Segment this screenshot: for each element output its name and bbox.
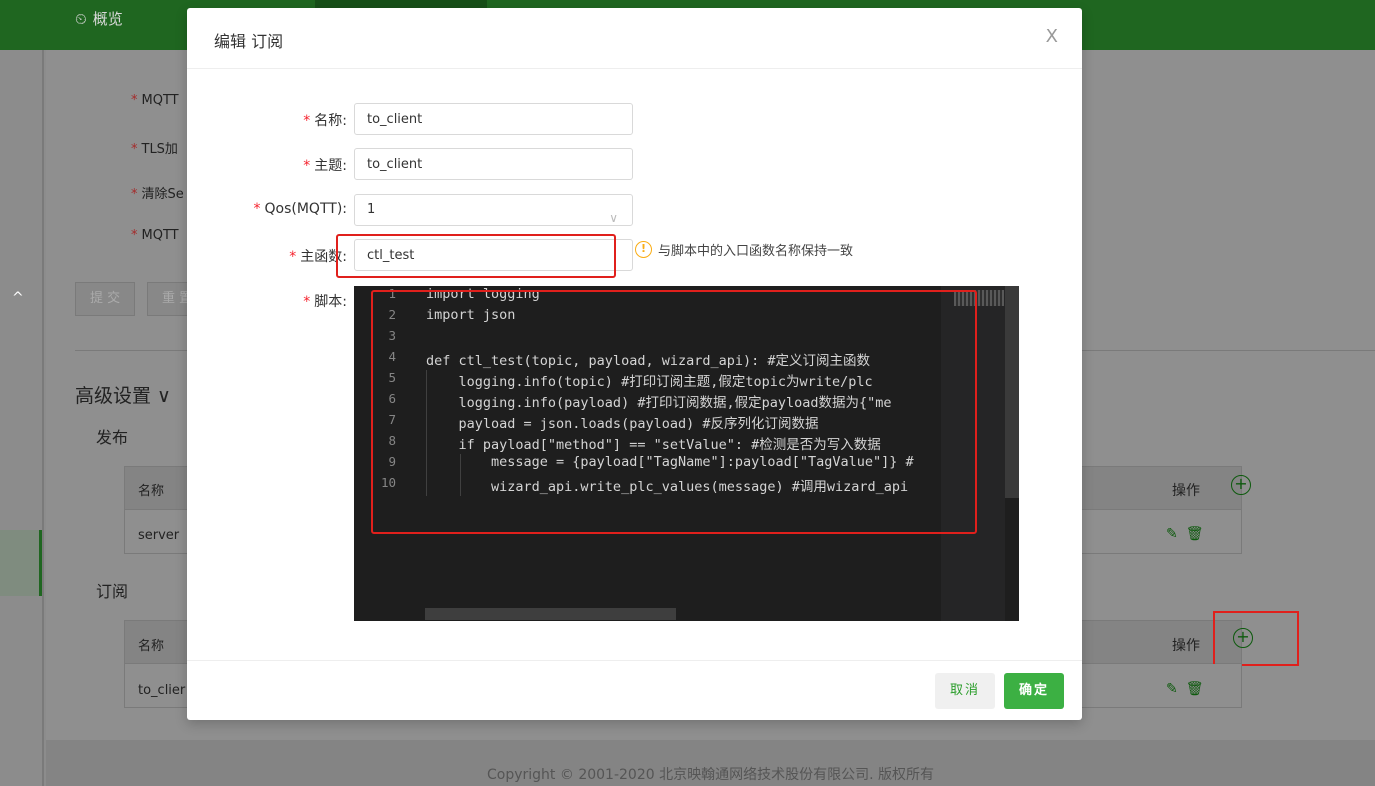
vertical-scrollbar[interactable] — [1005, 286, 1019, 498]
bg-form-label: * MQTT — [131, 228, 179, 243]
subscribe-section-title: 订阅 — [96, 582, 129, 601]
row-actions: ✎ 🗑 — [1166, 681, 1204, 697]
sidebar — [0, 50, 42, 786]
submit-button[interactable]: 提 交 — [75, 282, 136, 316]
edit-icon[interactable]: ✎ — [1166, 681, 1178, 697]
highlight-box — [1213, 611, 1299, 666]
warning-icon: ! — [635, 241, 652, 258]
bg-form-label: * 清除Se — [131, 187, 184, 202]
row-actions: ✎ 🗑 — [1166, 526, 1204, 542]
nav-overview[interactable]: ⏲ 概览 — [75, 8, 123, 29]
qos-label: * Qos(MQTT): — [253, 201, 347, 217]
chevron-down-icon: ∨ — [609, 211, 618, 225]
func-label: * 主函数: — [289, 249, 347, 265]
modal-footer: 取消 确定 — [187, 660, 1082, 720]
sidebar-selected-item[interactable] — [0, 530, 42, 596]
close-icon[interactable]: X — [1046, 26, 1058, 47]
bg-form-label: * TLS加 — [131, 142, 178, 157]
add-publish-icon[interactable]: + — [1231, 475, 1251, 495]
name-label: * 名称: — [303, 113, 347, 129]
collapse-caret-icon[interactable]: ^ — [12, 290, 24, 306]
advanced-settings-toggle[interactable]: 高级设置 ∨ — [75, 381, 171, 408]
qos-value: 1 — [367, 202, 376, 217]
function-hint: ! 与脚本中的入口函数名称保持一致 — [635, 240, 853, 259]
topic-label: * 主题: — [303, 158, 347, 174]
bg-form-label: * MQTT — [131, 93, 179, 108]
nav-overview-label: 概览 — [92, 10, 123, 28]
subscribe-row-name: to_clier — [138, 683, 186, 698]
edit-subscription-modal: 编辑 订阅 X *名称: *主题: *Qos(MQTT): 1 ∨ *主函数: … — [187, 8, 1082, 720]
highlight-box — [336, 234, 616, 278]
horizontal-scrollbar[interactable] — [425, 608, 676, 620]
sidebar-border — [42, 50, 44, 786]
column-header-name: 名称 — [138, 484, 165, 499]
delete-icon[interactable]: 🗑 — [1186, 681, 1204, 697]
modal-header: 编辑 订阅 X — [187, 8, 1082, 69]
qos-select[interactable]: 1 ∨ — [354, 194, 633, 226]
highlight-box — [371, 290, 977, 534]
column-header-name: 名称 — [138, 639, 165, 654]
name-input[interactable] — [354, 103, 633, 135]
footer: Copyright © 2001-2020 北京映翰通网络技术股份有限公司. 版… — [46, 740, 1375, 786]
delete-icon[interactable]: 🗑 — [1186, 526, 1204, 542]
publish-row-name: server — [138, 528, 180, 543]
ok-button[interactable]: 确定 — [1004, 673, 1064, 709]
script-label: * 脚本: — [303, 294, 347, 310]
modal-title: 编辑 订阅 — [214, 32, 284, 51]
copyright: Copyright © 2001-2020 北京映翰通网络技术股份有限公司. 版… — [487, 767, 934, 783]
topic-input[interactable] — [354, 148, 633, 180]
function-hint-text: 与脚本中的入口函数名称保持一致 — [658, 244, 854, 259]
column-header-ops: 操作 — [1172, 483, 1200, 499]
dashboard-icon: ⏲ — [75, 9, 87, 28]
column-header-ops: 操作 — [1172, 638, 1200, 654]
edit-icon[interactable]: ✎ — [1166, 526, 1178, 542]
cancel-button[interactable]: 取消 — [935, 673, 995, 709]
publish-section-title: 发布 — [96, 428, 129, 447]
